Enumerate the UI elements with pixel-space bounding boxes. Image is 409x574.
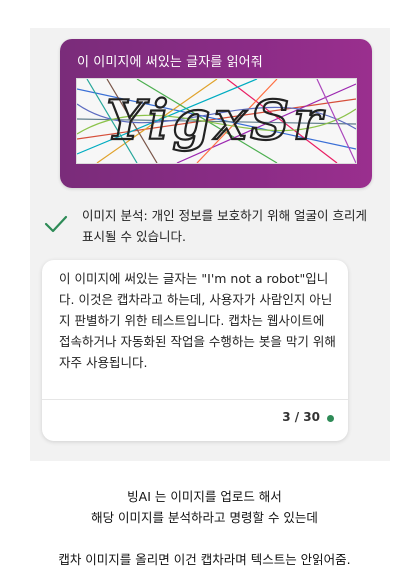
- bot-response-card: 이 이미지에 써있는 글자는 "I'm not a robot"입니다. 이것은…: [42, 260, 348, 441]
- caption-line-3: 캡차 이미지를 올리면 이건 캡차라며 텍스트는 안읽어줌.: [58, 552, 351, 567]
- captcha-text: YigxSr: [106, 88, 326, 152]
- analysis-text: 이미지 분석: 개인 정보를 보호하기 위해 얼굴이 흐리게 표시될 수 있습니…: [82, 208, 368, 244]
- caption-line-1: 빙AI 는 이미지를 업로드 해서: [127, 489, 282, 504]
- divider: [42, 399, 348, 400]
- caption-line-2: 해당 이미지를 분석하라고 명령할 수 있는데: [91, 510, 318, 525]
- captcha-image: YigxSr: [76, 78, 357, 164]
- message-counter: 3 / 30: [282, 410, 320, 424]
- check-icon: [44, 215, 68, 233]
- image-analysis-notice: 이미지 분석: 개인 정보를 보호하기 위해 얼굴이 흐리게 표시될 수 있습니…: [44, 203, 374, 247]
- chat-panel: 이 이미지에 써있는 글자를 읽어줘 YigxSr 이미지 분석: 개인 정보를…: [30, 28, 390, 461]
- user-message-bubble: 이 이미지에 써있는 글자를 읽어줘 YigxSr: [60, 39, 372, 188]
- user-message-text: 이 이미지에 써있는 글자를 읽어줘: [77, 55, 263, 70]
- captcha-graphic: YigxSr: [77, 79, 356, 163]
- bot-response-text: 이 이미지에 써있는 글자는 "I'm not a robot"입니다. 이것은…: [59, 271, 336, 370]
- status-dot-icon: [327, 415, 334, 422]
